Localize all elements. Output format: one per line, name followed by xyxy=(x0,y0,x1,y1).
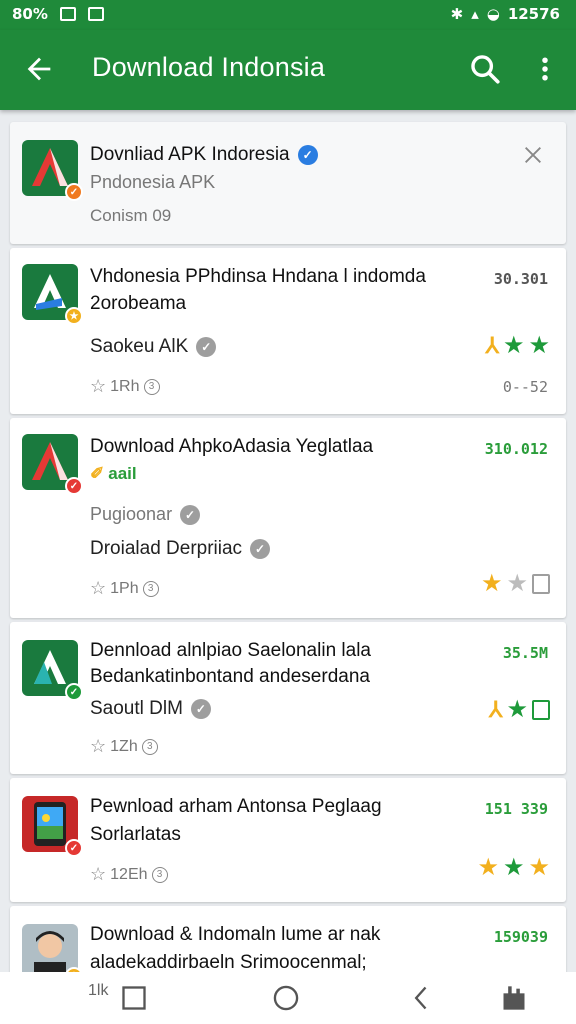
app-publisher: Pugioonar ✓ xyxy=(90,504,201,525)
accessibility-icon[interactable] xyxy=(500,984,528,1012)
game-phone-icon: ✓ xyxy=(22,796,83,857)
app-size: 310.012 xyxy=(484,440,548,458)
rating-stars: ⅄ ★ xyxy=(489,698,550,722)
app-size: 159039 xyxy=(493,928,548,946)
app-list-item[interactable]: ★ Vhdonesia PPhdinsa Hndana l indomda 2o… xyxy=(10,248,566,414)
half-star-icon: ⅄ xyxy=(485,333,499,358)
check-badge-icon: ✓ xyxy=(65,683,83,701)
close-icon[interactable] xyxy=(522,144,544,166)
app-title: Download & Indomaln lume ar nak xyxy=(90,924,381,945)
clock-icon: 3 xyxy=(143,378,160,395)
clock-icon: 3 xyxy=(141,738,158,755)
mail-notification-icon xyxy=(87,7,104,21)
app-size: 30.301 xyxy=(493,270,548,288)
app-size: 151 339 xyxy=(484,800,548,818)
more-options-icon[interactable] xyxy=(530,52,560,86)
apk-a-teal-icon: ✓ xyxy=(22,640,83,701)
app-meta: ☆ 1Ph 3 xyxy=(90,578,159,599)
rating-stars: ⅄ ★ ★ xyxy=(486,334,550,358)
bookmark-icon xyxy=(532,574,550,594)
verified-icon: ✓ xyxy=(190,699,211,719)
featured-meta: Conism 09 xyxy=(90,206,172,225)
verified-icon: ✓ xyxy=(297,145,318,165)
app-title: Download AhpkoAdasia Yeglatlaa xyxy=(90,436,374,457)
star-outline-icon: ☆ xyxy=(90,736,107,756)
signal-icon: ▴ xyxy=(471,5,479,23)
system-nav-bar: 1lk xyxy=(0,972,576,1024)
star-outline-icon: ☆ xyxy=(90,864,107,884)
recents-square-icon[interactable] xyxy=(120,984,148,1012)
star-icon: ★ xyxy=(477,854,499,881)
star-icon: ★ xyxy=(528,854,550,881)
app-title-line2: 2orobeama xyxy=(90,293,187,314)
star-outline-icon: ☆ xyxy=(90,376,107,396)
star-icon: ★ xyxy=(506,696,528,723)
app-size: 35.5M xyxy=(502,644,548,662)
featured-title: Dovnliad APK Indoresia ✓ xyxy=(90,144,318,166)
verified-icon: ✓ xyxy=(196,337,217,357)
search-icon[interactable] xyxy=(468,52,502,86)
battery-percent: 80% xyxy=(12,5,48,23)
app-title: Pewnload arham Antonsa Peglaag xyxy=(90,796,382,817)
check-badge-icon: ✓ xyxy=(65,839,83,857)
app-developer: Saokeu AlK ✓ xyxy=(90,336,217,358)
check-badge-icon: ✓ xyxy=(65,183,83,201)
bookmark-icon xyxy=(532,700,550,720)
bluetooth-icon: ✱ xyxy=(450,5,464,23)
app-meta: ☆ 12Eh 3 xyxy=(90,864,168,885)
star-icon: ★ xyxy=(502,332,525,359)
app-list-item[interactable]: ✓ Pewnload arham Antonsa Peglaag Sorlarl… xyxy=(10,778,566,902)
rating-stars: ★ ★ xyxy=(481,572,550,596)
page-title: Download Indonsia xyxy=(92,52,326,82)
star-icon: ★ xyxy=(480,570,503,597)
app-title-line2: Bedankatinbontand andeserdana xyxy=(90,666,370,687)
app-meta: ☆ 1Rh 3 xyxy=(90,376,160,397)
app-title-line2: aladekaddirbaeln Srimoocenmal; xyxy=(90,952,367,973)
back-chevron-icon[interactable] xyxy=(408,984,436,1012)
featured-subtitle: Pndonesia APK xyxy=(90,172,216,192)
check-badge-icon: ✓ xyxy=(65,477,83,495)
verified-icon: ✓ xyxy=(180,504,201,525)
clock-icon: 3 xyxy=(142,580,159,597)
back-arrow-icon[interactable] xyxy=(22,52,56,86)
app-developer: Saoutl DlM ✓ xyxy=(90,698,211,720)
app-downloads: 0--52 xyxy=(502,378,548,396)
apk-a-icon: ★ xyxy=(22,264,83,325)
app-meta: ☆ 1Zh 3 xyxy=(90,736,158,757)
star-outline-icon: ☆ xyxy=(90,578,107,598)
status-bar: 80% ✱ ▴ ◒ 12576 xyxy=(0,0,576,30)
wifi-icon: ◒ xyxy=(486,5,500,23)
tag-icon: ✐ xyxy=(90,464,105,483)
star-badge-icon: ★ xyxy=(65,307,83,325)
time: 12576 xyxy=(507,5,560,23)
half-star-icon: ⅄ xyxy=(489,697,503,722)
app-bar: Download Indonsia xyxy=(0,30,576,110)
apk-red-a-icon: ✓ xyxy=(22,140,83,201)
app-title: Vhdonesia PPhdinsa Hndana l indomda xyxy=(90,266,426,287)
home-circle-icon[interactable] xyxy=(272,984,300,1012)
app-tag: ✐ aail xyxy=(90,464,137,483)
star-icon: ★ xyxy=(506,570,528,597)
star-icon: ★ xyxy=(528,332,550,359)
apk-a-red-icon: ✓ xyxy=(22,434,83,495)
clock-icon: 3 xyxy=(151,866,168,883)
rating-stars: ★ ★ ★ xyxy=(477,856,550,880)
image-notification-icon xyxy=(59,7,76,21)
app-list-item[interactable]: ✓ Download AhpkoAdasia Yeglatlaa 310.012… xyxy=(10,418,566,618)
app-title: Dennload alnlpiao Saelonalin lala xyxy=(90,640,371,661)
featured-app-card[interactable]: ✓ Dovnliad APK Indoresia ✓ Pndonesia APK… xyxy=(10,122,566,244)
app-title-line2: Sorlarlatas xyxy=(90,824,181,845)
nav-label: 1lk xyxy=(88,982,109,999)
app-list-item[interactable]: ✓ Dennload alnlpiao Saelonalin lala Beda… xyxy=(10,622,566,774)
star-icon: ★ xyxy=(502,854,525,881)
verified-icon: ✓ xyxy=(250,539,271,559)
app-developer: Droialad Derpriiac ✓ xyxy=(90,538,271,560)
